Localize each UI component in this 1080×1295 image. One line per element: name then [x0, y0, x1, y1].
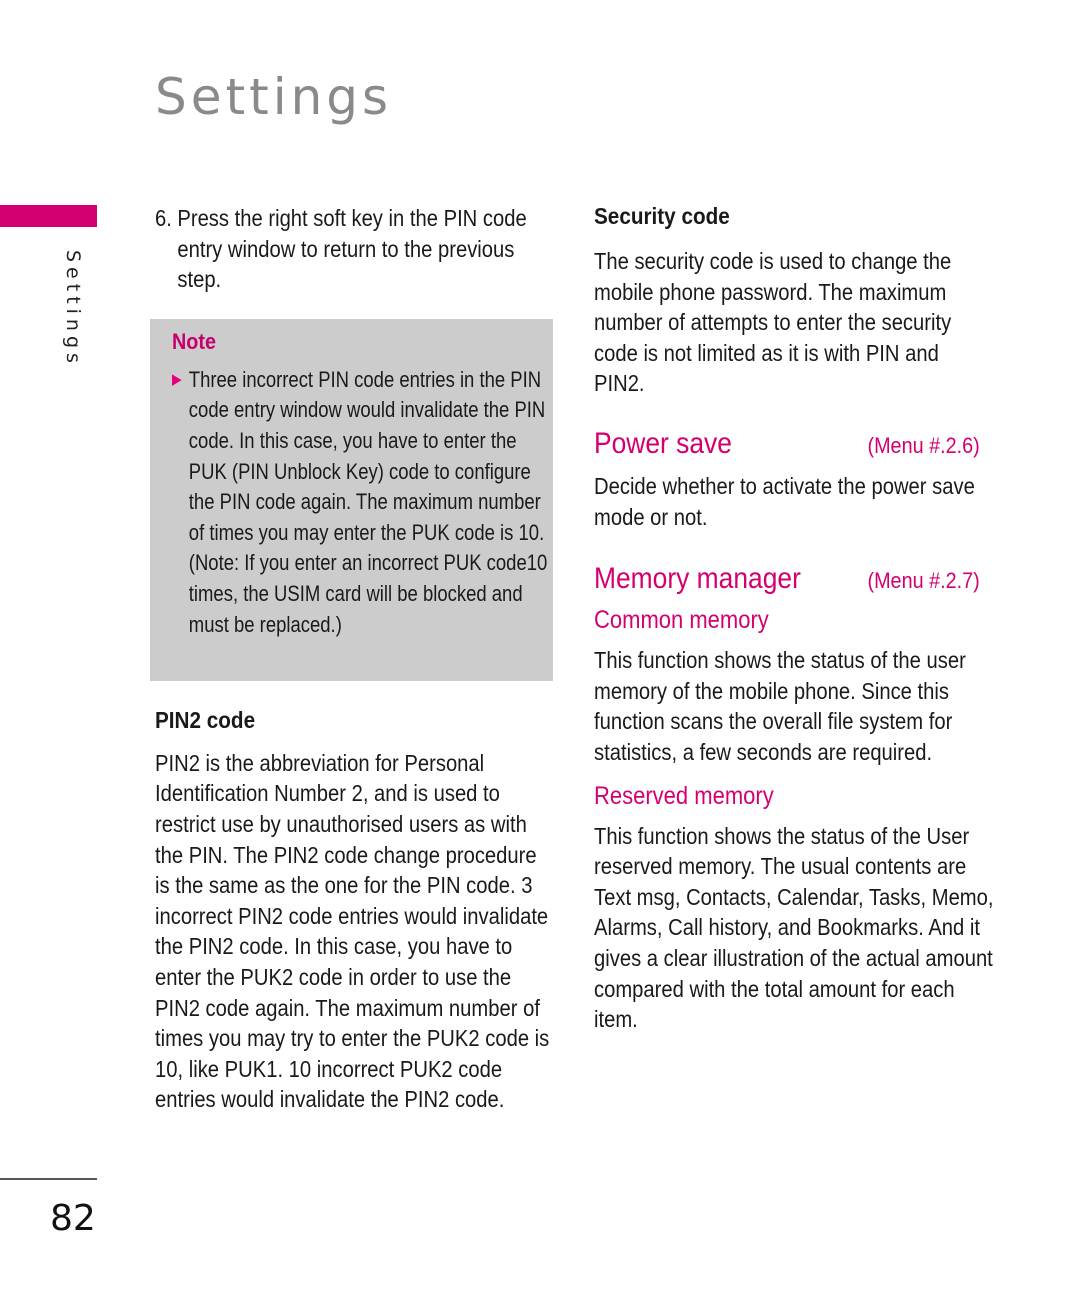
step-text: Press the right soft key in the PIN code… — [177, 205, 527, 293]
step-item: 6. Press the right soft key in the PIN c… — [155, 203, 555, 295]
section-tab-marker — [0, 205, 97, 227]
note-text: Three incorrect PIN code entries in the … — [188, 366, 548, 637]
page-title: Settings — [155, 68, 393, 126]
memory-manager-menu-ref: (Menu #.2.7) — [867, 568, 980, 594]
footer-divider — [0, 1178, 97, 1180]
reserved-memory-text: This function shows the status of the Us… — [594, 822, 994, 1033]
note-title: Note — [172, 328, 217, 354]
common-memory-text: This function shows the status of the us… — [594, 647, 966, 765]
left-column: 6. Press the right soft key in the PIN c… — [150, 203, 555, 1115]
pin2-heading: PIN2 code — [155, 706, 256, 733]
power-save-header: Power save (Menu #.2.6) — [594, 427, 980, 461]
power-save-text: Decide whether to activate the power sav… — [594, 472, 975, 530]
security-code-text: The security code is used to change the … — [594, 248, 952, 397]
triangle-right-icon: ▶ — [172, 370, 182, 388]
note-box: Note ▶ Three incorrect PIN code entries … — [150, 318, 553, 681]
pin2-text: PIN2 is the abbreviation for Personal Id… — [155, 749, 550, 1113]
security-code-heading: Security code — [594, 203, 730, 229]
page-number: 82 — [50, 1198, 96, 1239]
power-save-menu-ref: (Menu #.2.6) — [867, 432, 980, 458]
memory-manager-header: Memory manager (Menu #.2.7) — [594, 562, 980, 596]
note-item: ▶ Three incorrect PIN code entries in th… — [172, 365, 575, 640]
right-column: Security code The security code is used … — [594, 203, 994, 1035]
side-section-label: Settings — [62, 250, 84, 368]
power-save-title: Power save — [594, 426, 732, 460]
common-memory-heading: Common memory — [594, 606, 769, 635]
memory-manager-title: Memory manager — [594, 562, 801, 596]
step-number: 6. — [155, 205, 172, 231]
reserved-memory-heading: Reserved memory — [594, 781, 774, 810]
